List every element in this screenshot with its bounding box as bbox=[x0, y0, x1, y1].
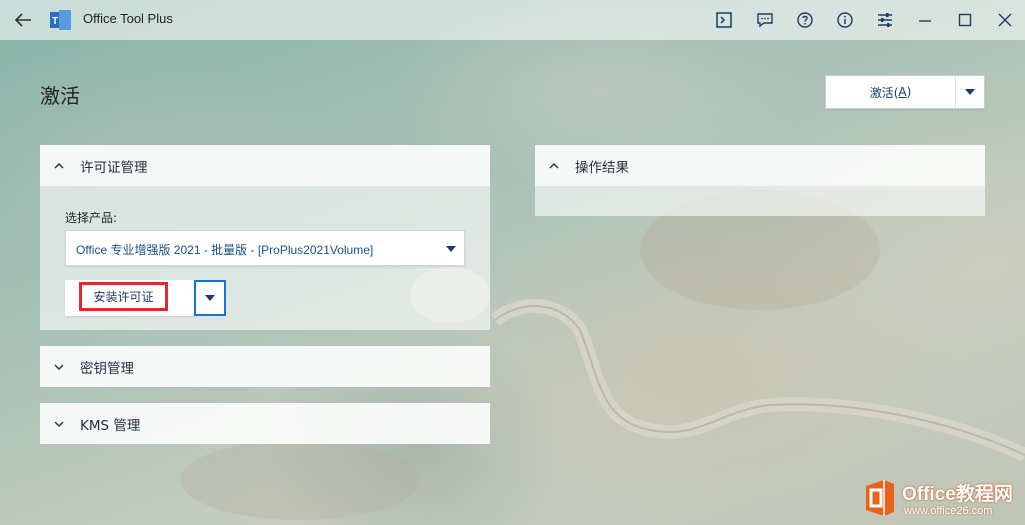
app-title: Office Tool Plus bbox=[83, 11, 173, 26]
page-title: 激活 bbox=[40, 84, 80, 108]
result-panel-header[interactable]: 操作结果 bbox=[535, 145, 985, 186]
result-panel-body bbox=[535, 186, 985, 216]
install-license-split-button: 安装许可证 bbox=[65, 280, 195, 316]
title-bar: T Office Tool Plus bbox=[0, 0, 1025, 40]
result-panel-title: 操作结果 bbox=[575, 159, 629, 176]
caret-down-icon bbox=[446, 246, 456, 252]
chevron-up-icon bbox=[52, 159, 66, 173]
kms-panel-header[interactable]: KMS 管理 bbox=[40, 403, 490, 444]
close-icon[interactable] bbox=[994, 9, 1016, 31]
back-arrow-icon[interactable] bbox=[12, 9, 34, 31]
caret-down-icon bbox=[205, 295, 215, 301]
activate-label-suffix: ) bbox=[906, 85, 912, 99]
activate-split-button: 激活(A) bbox=[825, 75, 985, 109]
product-select-value: Office 专业增强版 2021 - 批量版 - [ProPlus2021Vo… bbox=[76, 243, 374, 257]
maximize-icon[interactable] bbox=[954, 9, 976, 31]
install-license-dropdown-button[interactable] bbox=[194, 280, 226, 316]
app-logo-icon: T bbox=[50, 9, 72, 31]
minimize-icon[interactable] bbox=[914, 9, 936, 31]
activate-dropdown-button[interactable] bbox=[955, 76, 984, 108]
feedback-icon[interactable] bbox=[754, 9, 776, 31]
kms-panel-title: KMS 管理 bbox=[80, 417, 141, 434]
info-icon[interactable] bbox=[834, 9, 856, 31]
key-panel-header[interactable]: 密钥管理 bbox=[40, 346, 490, 387]
watermark-url: www.office26.com bbox=[904, 505, 993, 517]
key-panel-title: 密钥管理 bbox=[80, 360, 134, 377]
product-select[interactable]: Office 专业增强版 2021 - 批量版 - [ProPlus2021Vo… bbox=[65, 230, 465, 266]
svg-text:T: T bbox=[52, 16, 58, 27]
caret-down-icon bbox=[964, 89, 975, 95]
chevron-up-icon bbox=[547, 159, 561, 173]
product-select-label: 选择产品: bbox=[65, 211, 118, 225]
license-panel-header[interactable]: 许可证管理 bbox=[40, 145, 490, 186]
activate-button[interactable]: 激活(A) bbox=[826, 76, 956, 108]
office-logo-icon bbox=[866, 480, 894, 516]
help-icon[interactable] bbox=[794, 9, 816, 31]
settings-sliders-icon[interactable] bbox=[874, 9, 896, 31]
chevron-down-icon bbox=[52, 360, 66, 374]
terminal-icon[interactable] bbox=[713, 9, 735, 31]
watermark: Office教程网 www.office26.com bbox=[858, 475, 1023, 523]
activate-label-prefix: 激活( bbox=[869, 85, 899, 100]
watermark-title: Office教程网 bbox=[902, 484, 1013, 505]
chevron-down-icon bbox=[52, 417, 66, 431]
activate-access-key: A bbox=[898, 85, 907, 99]
license-panel-title: 许可证管理 bbox=[80, 159, 148, 176]
install-license-button[interactable]: 安装许可证 bbox=[79, 282, 168, 311]
